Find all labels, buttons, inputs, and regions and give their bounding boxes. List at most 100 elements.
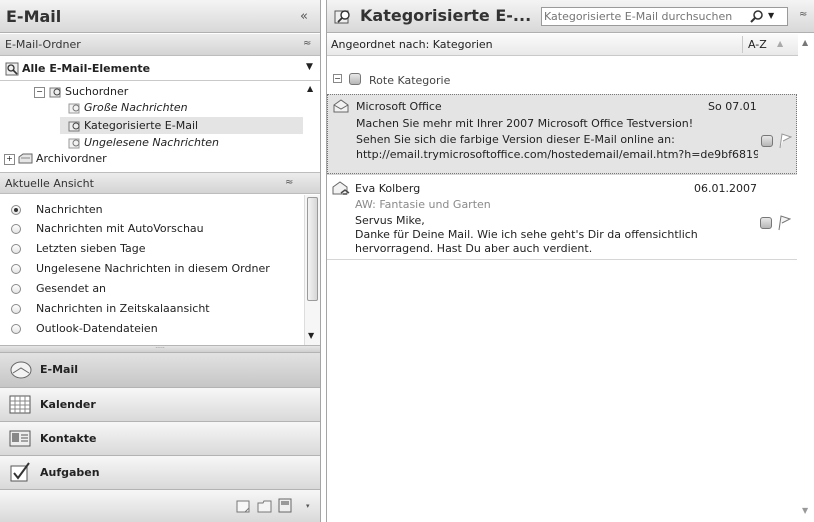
message-sender: Eva Kolberg bbox=[355, 182, 421, 195]
collapse-icon[interactable]: − bbox=[34, 86, 45, 98]
sort-arrow-icon[interactable]: ▲ bbox=[777, 39, 783, 48]
message-preview-line1: Servus Mike, bbox=[355, 214, 425, 227]
nav-button-calendar[interactable]: Kalender bbox=[0, 387, 320, 421]
radio[interactable] bbox=[11, 324, 21, 334]
view-label: Gesendet an bbox=[36, 282, 107, 295]
scrollbar-thumb[interactable] bbox=[307, 197, 318, 301]
tree-label-large-messages: Große Nachrichten bbox=[84, 101, 188, 114]
chevron-up-icon[interactable]: ≈ bbox=[285, 177, 293, 188]
view-option-6[interactable]: Outlook-Datendateien bbox=[11, 320, 158, 338]
flag-icon[interactable] bbox=[777, 215, 791, 231]
notes-icon[interactable] bbox=[236, 500, 250, 513]
category-group-header[interactable]: − Rote Kategorie bbox=[327, 71, 797, 89]
tasks-icon bbox=[9, 461, 31, 483]
nav-label-contacts: Kontakte bbox=[40, 432, 97, 445]
tree-label-archive: Archivordner bbox=[36, 152, 107, 165]
tree-item-large-messages[interactable]: Große Nachrichten bbox=[68, 100, 188, 115]
nav-pane-title: E-Mail bbox=[6, 7, 62, 26]
category-icon bbox=[349, 73, 361, 85]
message-list-scrollbar[interactable]: ▲ ▼ bbox=[798, 34, 814, 522]
radio[interactable] bbox=[11, 264, 21, 274]
category-icon[interactable] bbox=[760, 217, 772, 229]
view-option-4[interactable]: Gesendet an bbox=[11, 280, 107, 298]
folder-header: Kategorisierte E-... ▼ ≈ bbox=[327, 0, 814, 33]
radio[interactable] bbox=[11, 224, 21, 234]
message-preview-line2: Danke für Deine Mail. Wie ich sehe geht'… bbox=[355, 228, 698, 241]
pane-splitter[interactable]: ····· bbox=[0, 345, 320, 352]
message-preview-line3: http://email.trymicrosoftoffice.com/host… bbox=[356, 148, 758, 161]
collapse-group-icon[interactable]: − bbox=[333, 74, 342, 83]
radio[interactable] bbox=[11, 244, 21, 254]
flag-icon[interactable] bbox=[778, 133, 792, 149]
view-option-0[interactable]: Nachrichten bbox=[11, 201, 103, 219]
mail-search-icon bbox=[5, 62, 19, 76]
configure-buttons-icon[interactable]: ▾ bbox=[306, 502, 310, 510]
message-list-pane: Kategorisierte E-... ▼ ≈ Angeordnet nach… bbox=[326, 0, 814, 522]
search-options-icon[interactable]: ▼ bbox=[768, 11, 774, 20]
shortcuts-icon[interactable] bbox=[278, 498, 292, 513]
navigation-pane: E-Mail « E-Mail-Ordner ≈ Alle E-Mail-Ele… bbox=[0, 0, 321, 522]
arrange-by-bar[interactable]: Angeordnet nach: Kategorien A-Z ▲ bbox=[327, 34, 814, 56]
mail-icon bbox=[10, 361, 32, 379]
folder-list-icon[interactable] bbox=[257, 500, 272, 513]
dropdown-arrow-icon[interactable]: ▼ bbox=[306, 62, 313, 72]
tree-item-categorized[interactable]: Kategorisierte E-Mail bbox=[68, 118, 198, 133]
category-icon[interactable] bbox=[761, 135, 773, 147]
message-subject: AW: Fantasie und Garten bbox=[355, 198, 491, 211]
tree-item-search-folders[interactable]: − Suchordner bbox=[34, 84, 128, 99]
search-folder-icon bbox=[68, 102, 81, 114]
sort-order-button[interactable]: A-Z bbox=[748, 38, 767, 51]
message-item[interactable]: Eva Kolberg 06.01.2007 AW: Fantasie und … bbox=[327, 177, 797, 257]
view-label: Nachrichten bbox=[36, 203, 103, 216]
reply-icon bbox=[332, 181, 350, 196]
radio[interactable] bbox=[11, 304, 21, 314]
scroll-down-icon[interactable]: ▼ bbox=[802, 506, 808, 515]
tree-label-categorized: Kategorisierte E-Mail bbox=[84, 119, 199, 132]
collapse-pane-button[interactable]: « bbox=[300, 9, 308, 24]
nav-label-calendar: Kalender bbox=[40, 398, 96, 411]
tree-label-search-folders: Suchordner bbox=[65, 85, 129, 98]
view-option-5[interactable]: Nachrichten in Zeitskalaansicht bbox=[11, 300, 210, 318]
view-scrollbar[interactable]: ▼ bbox=[304, 195, 320, 345]
scroll-down-icon[interactable]: ▼ bbox=[308, 331, 314, 340]
message-sender: Microsoft Office bbox=[356, 100, 442, 113]
scroll-up-icon[interactable]: ▲ bbox=[307, 84, 313, 93]
tree-label-unread: Ungelesene Nachrichten bbox=[84, 136, 219, 149]
calendar-icon bbox=[9, 395, 31, 414]
view-option-2[interactable]: Letzten sieben Tage bbox=[11, 240, 146, 258]
radio-selected[interactable] bbox=[11, 205, 21, 215]
radio[interactable] bbox=[11, 284, 21, 294]
nav-button-mail[interactable]: E-Mail bbox=[0, 352, 320, 387]
search-input[interactable] bbox=[544, 9, 734, 24]
nav-button-tasks[interactable]: Aufgaben bbox=[0, 455, 320, 489]
all-mail-items-dropdown[interactable]: Alle E-Mail-Elemente ▼ bbox=[0, 57, 320, 81]
nav-button-contacts[interactable]: Kontakte bbox=[0, 421, 320, 455]
nav-label-tasks: Aufgaben bbox=[40, 466, 100, 479]
view-label: Nachrichten mit AutoVorschau bbox=[36, 222, 204, 235]
search-icon[interactable] bbox=[750, 10, 764, 23]
search-folder-icon bbox=[49, 86, 62, 98]
search-box[interactable]: ▼ bbox=[541, 7, 788, 26]
tree-scrollbar[interactable]: ▲ bbox=[304, 82, 320, 168]
view-label: Outlook-Datendateien bbox=[36, 322, 158, 335]
search-folder-icon bbox=[68, 137, 81, 149]
tree-item-archive[interactable]: + Archivordner bbox=[4, 151, 107, 166]
nav-button-strip: ▾ bbox=[0, 489, 320, 522]
message-item[interactable]: Microsoft Office So 07.01 Machen Sie meh… bbox=[327, 94, 797, 174]
expand-icon[interactable]: + bbox=[4, 153, 15, 165]
all-mail-items-label: Alle E-Mail-Elemente bbox=[22, 62, 151, 75]
search-folder-icon bbox=[334, 8, 352, 24]
current-view-header[interactable]: Aktuelle Ansicht ≈ bbox=[0, 172, 320, 194]
folder-tree: − Suchordner Große Nachrichten Kategorisi… bbox=[0, 82, 320, 168]
message-preview-line3: hervorragend. Hast Du aber auch verdient… bbox=[355, 242, 593, 255]
view-option-3[interactable]: Ungelesene Nachrichten in diesem Ordner bbox=[11, 260, 270, 278]
archive-icon bbox=[18, 153, 33, 165]
mail-folders-header[interactable]: E-Mail-Ordner ≈ bbox=[0, 34, 320, 56]
chevron-up-icon[interactable]: ≈ bbox=[303, 38, 311, 49]
current-view-title: Aktuelle Ansicht bbox=[5, 177, 94, 190]
scroll-up-icon[interactable]: ▲ bbox=[802, 38, 808, 47]
tree-item-unread[interactable]: Ungelesene Nachrichten bbox=[68, 135, 219, 150]
arranged-by-label: Angeordnet nach: Kategorien bbox=[331, 38, 493, 51]
view-option-1[interactable]: Nachrichten mit AutoVorschau bbox=[11, 220, 204, 238]
expand-search-icon[interactable]: ≈ bbox=[799, 9, 807, 20]
